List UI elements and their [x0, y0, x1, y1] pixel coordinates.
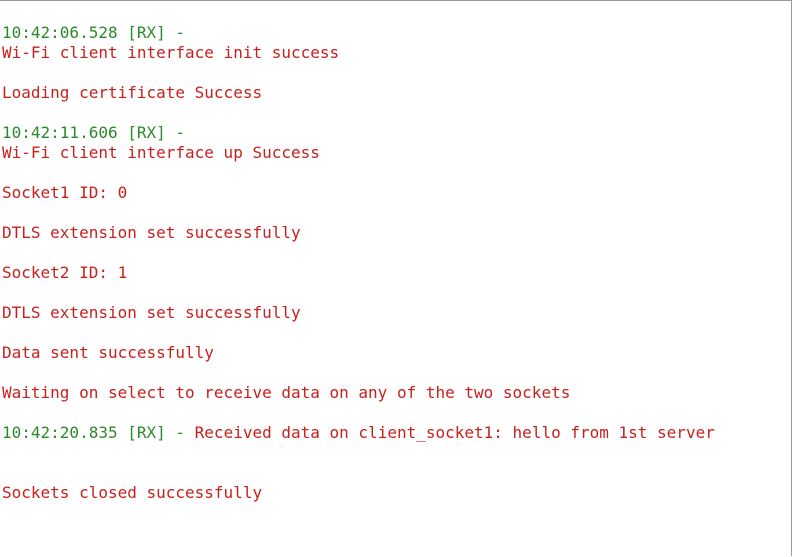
log-message: Wi-Fi client interface up Success: [2, 143, 320, 162]
log-message: Socket1 ID: 0: [2, 183, 128, 202]
log-line: Socket1 ID: 0: [2, 183, 127, 203]
log-timestamp: 10:42:20.835 [RX] -: [2, 423, 186, 442]
log-message: Sockets closed successfully: [2, 483, 263, 502]
log-line: Sockets closed successfully: [2, 483, 262, 503]
log-message: Waiting on select to receive data on any…: [2, 383, 571, 402]
log-message: DTLS extension set successfully: [2, 303, 301, 322]
log-line: Waiting on select to receive data on any…: [2, 383, 570, 403]
log-message: Loading certificate Success: [2, 83, 263, 102]
log-line: DTLS extension set successfully: [2, 303, 301, 323]
log-line: Wi-Fi client interface up Success: [2, 143, 320, 163]
log-message: Data sent successfully: [2, 343, 214, 362]
log-line: Data sent successfully: [2, 343, 214, 363]
log-line: 10:42:11.606 [RX] -: [2, 123, 185, 143]
log-message: Wi-Fi client interface init success: [2, 43, 340, 62]
log-timestamp: 10:42:06.528 [RX] -: [2, 23, 186, 42]
log-line: 10:42:06.528 [RX] -: [2, 23, 185, 43]
log-message: Socket2 ID: 1: [2, 263, 128, 282]
serial-terminal-output[interactable]: 10:42:06.528 [RX] - Wi-Fi client interfa…: [0, 0, 792, 556]
log-timestamp: 10:42:11.606 [RX] -: [2, 123, 186, 142]
log-line: Loading certificate Success: [2, 83, 262, 103]
log-line: Socket2 ID: 1: [2, 263, 127, 283]
log-line: DTLS extension set successfully: [2, 223, 301, 243]
log-line: 10:42:20.835 [RX] - Received data on cli…: [2, 423, 715, 443]
log-message: DTLS extension set successfully: [2, 223, 301, 242]
log-message: Received data on client_socket1: hello f…: [185, 423, 715, 442]
log-line: Wi-Fi client interface init success: [2, 43, 339, 63]
